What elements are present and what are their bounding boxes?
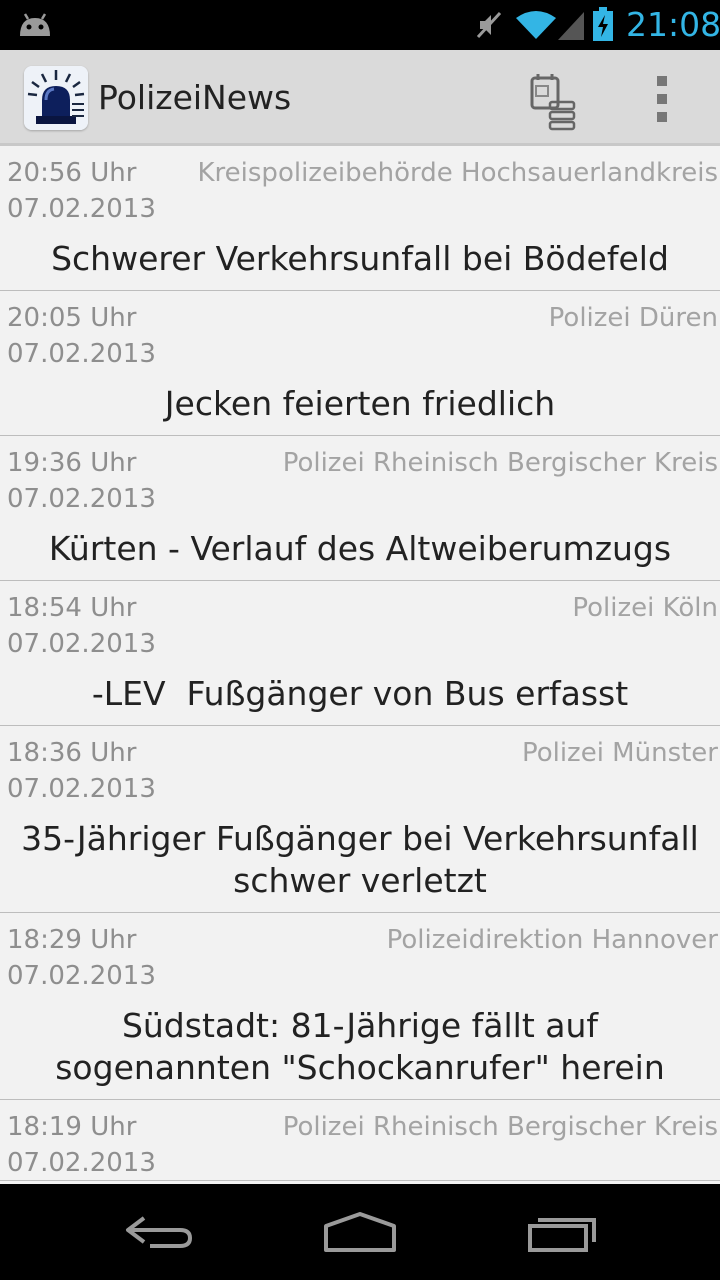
news-source: Polizei Köln [572, 593, 718, 623]
news-date: 07.02.2013 [7, 629, 156, 659]
news-date: 07.02.2013 [7, 194, 156, 224]
news-meta: 18:54 Uhr Polizei Köln [0, 593, 720, 627]
news-source: Polizei Münster [521, 738, 718, 768]
news-headline: Kürten - Verlauf des Altweiberumzugs [48, 529, 672, 568]
battery-charging-icon [593, 7, 613, 41]
news-date: 07.02.2013 [7, 961, 156, 991]
news-headline: Südstadt: 81-Jährige fällt auf sogenannt… [55, 1006, 665, 1087]
news-item[interactable]: 18:29 Uhr Polizeidirektion Hannover 07.0… [0, 913, 720, 1100]
news-source: Polizeidirektion Hannover [386, 925, 718, 955]
news-time: 18:19 Uhr [7, 1112, 137, 1142]
recent-apps-icon[interactable] [522, 1208, 602, 1258]
news-item[interactable]: 18:36 Uhr Polizei Münster 07.02.2013 35-… [0, 726, 720, 913]
status-bar: 21:08 [0, 0, 720, 50]
news-item[interactable]: 20:56 Uhr Kreispolizeibehörde Hochsauerl… [0, 146, 720, 291]
news-source: Polizei Rheinisch Bergischer Kreis [282, 1112, 718, 1142]
news-meta: 18:29 Uhr Polizeidirektion Hannover [0, 925, 720, 959]
app-logo-icon[interactable] [24, 66, 88, 130]
overflow-menu-icon[interactable] [648, 72, 678, 128]
news-meta: 18:36 Uhr Polizei Münster [0, 738, 720, 772]
status-time: 21:08 [626, 5, 720, 44]
news-time: 18:29 Uhr [7, 925, 137, 955]
home-icon[interactable] [320, 1208, 400, 1258]
news-headline: -LEV Fußgänger von Bus erfasst [91, 674, 629, 713]
news-source: Kreispolizeibehörde Hochsauerlandkreis [197, 158, 719, 188]
news-source: Polizei Rheinisch Bergischer Kreis [282, 448, 718, 478]
news-date: 07.02.2013 [7, 774, 156, 804]
wifi-icon [516, 11, 556, 39]
news-meta: 18:19 Uhr Polizei Rheinisch Bergischer K… [0, 1112, 720, 1146]
news-time: 20:56 Uhr [7, 158, 137, 188]
news-source: Polizei Düren [548, 303, 718, 333]
news-headline: 35-Jähriger Fußgänger bei Verkehrsunfall… [21, 819, 699, 900]
list-toggle-icon[interactable] [524, 66, 584, 132]
action-bar: PolizeiNews [0, 50, 720, 146]
news-list[interactable]: 20:56 Uhr Kreispolizeibehörde Hochsauerl… [0, 146, 720, 1184]
news-meta: 20:56 Uhr Kreispolizeibehörde Hochsauerl… [0, 158, 720, 192]
news-headline: Jecken feierten friedlich [164, 384, 556, 423]
news-time: 20:05 Uhr [7, 303, 137, 333]
android-icon [20, 13, 50, 36]
news-time: 18:36 Uhr [7, 738, 137, 768]
news-meta: 20:05 Uhr Polizei Düren [0, 303, 720, 337]
news-item[interactable]: 18:54 Uhr Polizei Köln 07.02.2013 -LEV F… [0, 581, 720, 726]
app-title: PolizeiNews [98, 78, 292, 117]
mute-icon [476, 11, 502, 39]
news-date: 07.02.2013 [7, 1148, 156, 1178]
back-icon[interactable] [120, 1208, 200, 1258]
navigation-bar [0, 1184, 720, 1280]
news-item[interactable]: 19:36 Uhr Polizei Rheinisch Bergischer K… [0, 436, 720, 581]
news-headline: Schwerer Verkehrsunfall bei Bödefeld [51, 239, 669, 278]
news-item[interactable]: 18:19 Uhr Polizei Rheinisch Bergischer K… [0, 1100, 720, 1181]
news-time: 19:36 Uhr [7, 448, 137, 478]
news-time: 18:54 Uhr [7, 593, 137, 623]
news-item[interactable]: 20:05 Uhr Polizei Düren 07.02.2013 Jecke… [0, 291, 720, 436]
news-meta: 19:36 Uhr Polizei Rheinisch Bergischer K… [0, 448, 720, 482]
signal-icon [558, 12, 584, 40]
news-date: 07.02.2013 [7, 339, 156, 369]
news-date: 07.02.2013 [7, 484, 156, 514]
